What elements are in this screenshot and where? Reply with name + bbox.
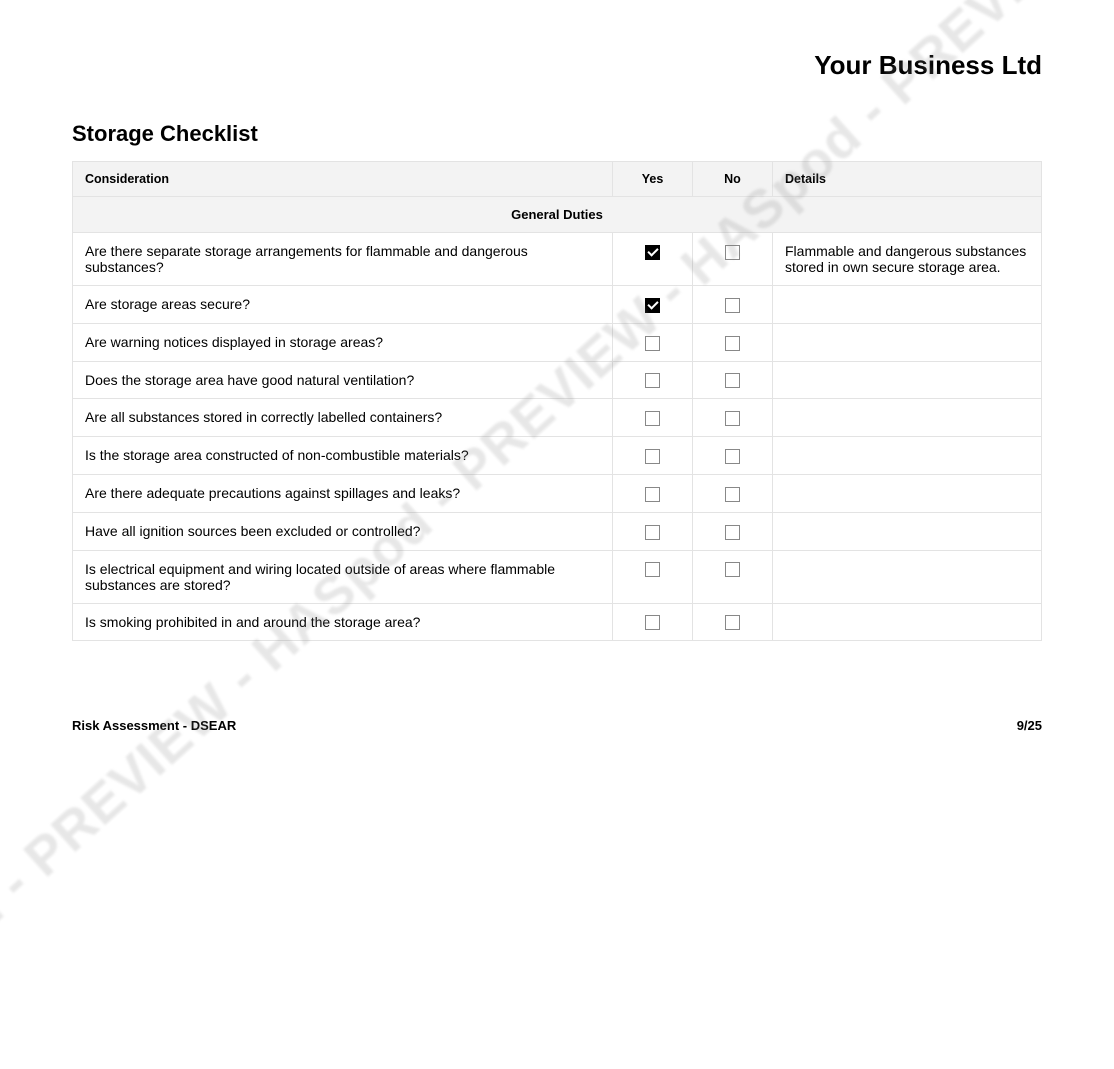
yes-checkbox[interactable] xyxy=(645,245,660,260)
no-cell xyxy=(693,361,773,399)
no-checkbox[interactable] xyxy=(725,562,740,577)
yes-cell xyxy=(613,512,693,550)
yes-checkbox[interactable] xyxy=(645,449,660,464)
footer-left: Risk Assessment - DSEAR xyxy=(72,718,236,733)
table-row: Have all ignition sources been excluded … xyxy=(73,512,1042,550)
yes-checkbox[interactable] xyxy=(645,525,660,540)
no-cell xyxy=(693,550,773,603)
table-row: Are there separate storage arrangements … xyxy=(73,233,1042,286)
no-cell xyxy=(693,437,773,475)
no-checkbox[interactable] xyxy=(725,525,740,540)
details-cell xyxy=(773,550,1042,603)
yes-cell xyxy=(613,550,693,603)
page-title: Storage Checklist xyxy=(72,121,1042,147)
header-yes: Yes xyxy=(613,162,693,197)
section-row: General Duties xyxy=(73,197,1042,233)
table-header-row: Consideration Yes No Details xyxy=(73,162,1042,197)
no-checkbox[interactable] xyxy=(725,615,740,630)
table-row: Are there adequate precautions against s… xyxy=(73,474,1042,512)
table-row: Are warning notices displayed in storage… xyxy=(73,323,1042,361)
consideration-cell: Are storage areas secure? xyxy=(73,286,613,324)
table-row: Is electrical equipment and wiring locat… xyxy=(73,550,1042,603)
no-checkbox[interactable] xyxy=(725,245,740,260)
no-cell xyxy=(693,286,773,324)
details-cell xyxy=(773,361,1042,399)
table-row: Are storage areas secure? xyxy=(73,286,1042,324)
consideration-cell: Are warning notices displayed in storage… xyxy=(73,323,613,361)
details-cell xyxy=(773,474,1042,512)
details-cell xyxy=(773,437,1042,475)
yes-cell xyxy=(613,474,693,512)
no-cell xyxy=(693,323,773,361)
consideration-cell: Are there adequate precautions against s… xyxy=(73,474,613,512)
yes-checkbox[interactable] xyxy=(645,373,660,388)
consideration-cell: Is the storage area constructed of non-c… xyxy=(73,437,613,475)
details-cell xyxy=(773,512,1042,550)
yes-cell xyxy=(613,399,693,437)
yes-checkbox[interactable] xyxy=(645,411,660,426)
no-cell xyxy=(693,399,773,437)
consideration-cell: Are there separate storage arrangements … xyxy=(73,233,613,286)
no-cell xyxy=(693,512,773,550)
section-label: General Duties xyxy=(73,197,1042,233)
details-cell xyxy=(773,603,1042,641)
yes-checkbox[interactable] xyxy=(645,298,660,313)
no-cell xyxy=(693,474,773,512)
header-details: Details xyxy=(773,162,1042,197)
table-row: Is the storage area constructed of non-c… xyxy=(73,437,1042,475)
header-consideration: Consideration xyxy=(73,162,613,197)
consideration-cell: Is electrical equipment and wiring locat… xyxy=(73,550,613,603)
yes-checkbox[interactable] xyxy=(645,562,660,577)
table-row: Is smoking prohibited in and around the … xyxy=(73,603,1042,641)
details-cell: Flammable and dangerous substances store… xyxy=(773,233,1042,286)
yes-cell xyxy=(613,323,693,361)
company-name: Your Business Ltd xyxy=(72,50,1042,81)
details-cell xyxy=(773,323,1042,361)
yes-cell xyxy=(613,286,693,324)
no-checkbox[interactable] xyxy=(725,373,740,388)
yes-checkbox[interactable] xyxy=(645,336,660,351)
table-row: Are all substances stored in correctly l… xyxy=(73,399,1042,437)
no-cell xyxy=(693,603,773,641)
yes-cell xyxy=(613,233,693,286)
consideration-cell: Have all ignition sources been excluded … xyxy=(73,512,613,550)
no-checkbox[interactable] xyxy=(725,336,740,351)
page-footer: Risk Assessment - DSEAR 9/25 xyxy=(72,718,1042,733)
details-cell xyxy=(773,399,1042,437)
no-checkbox[interactable] xyxy=(725,298,740,313)
table-row: Does the storage area have good natural … xyxy=(73,361,1042,399)
yes-checkbox[interactable] xyxy=(645,487,660,502)
header-no: No xyxy=(693,162,773,197)
consideration-cell: Does the storage area have good natural … xyxy=(73,361,613,399)
document-page: Your Business Ltd Storage Checklist Cons… xyxy=(0,0,1114,788)
yes-checkbox[interactable] xyxy=(645,615,660,630)
no-checkbox[interactable] xyxy=(725,449,740,464)
consideration-cell: Is smoking prohibited in and around the … xyxy=(73,603,613,641)
no-checkbox[interactable] xyxy=(725,487,740,502)
yes-cell xyxy=(613,361,693,399)
yes-cell xyxy=(613,603,693,641)
no-checkbox[interactable] xyxy=(725,411,740,426)
footer-right: 9/25 xyxy=(1017,718,1042,733)
no-cell xyxy=(693,233,773,286)
checklist-table: Consideration Yes No Details General Dut… xyxy=(72,161,1042,641)
yes-cell xyxy=(613,437,693,475)
consideration-cell: Are all substances stored in correctly l… xyxy=(73,399,613,437)
details-cell xyxy=(773,286,1042,324)
